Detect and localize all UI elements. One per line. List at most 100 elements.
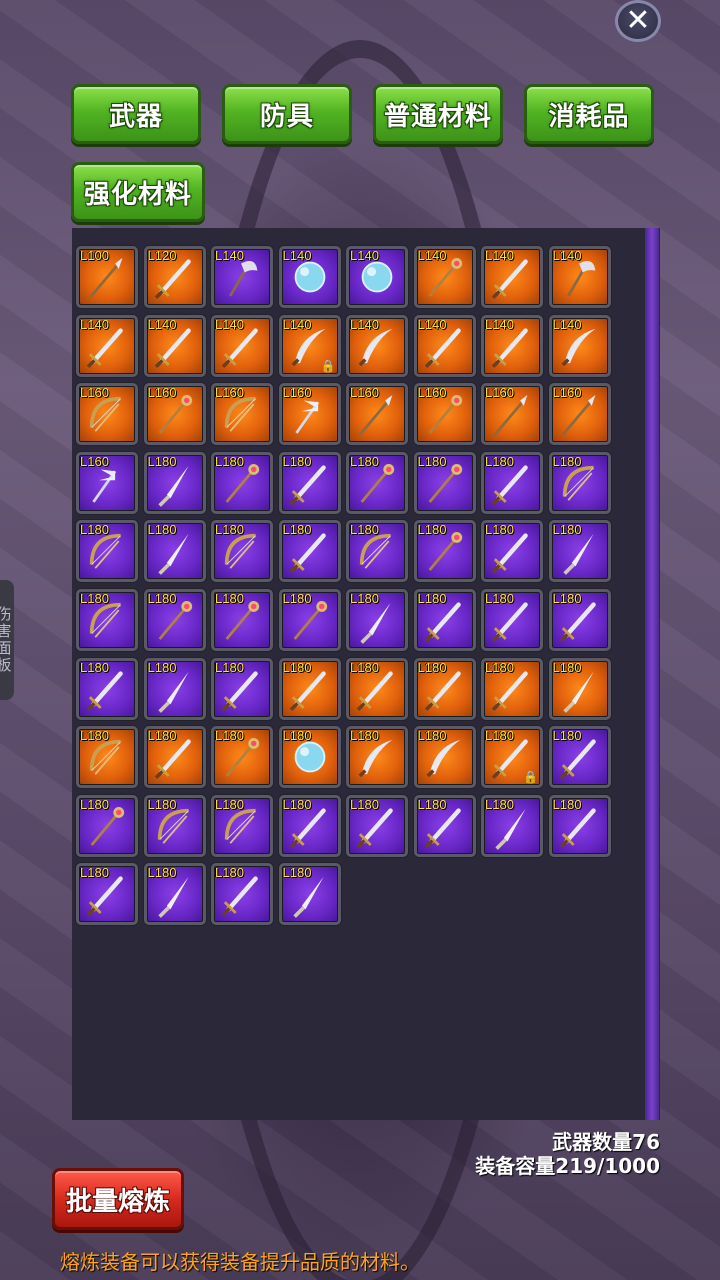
item-level-label: L180 [147, 453, 177, 469]
inventory-slot[interactable]: L180 🔒 [481, 726, 543, 789]
inventory-slot[interactable]: L180 [211, 451, 273, 514]
inventory-slot[interactable]: L180 [548, 726, 611, 789]
inventory-slot[interactable]: L160 [346, 383, 408, 446]
inventory-slot[interactable]: L140 [346, 246, 408, 308]
inventory-slot[interactable]: L180 [278, 794, 341, 857]
inventory-slot[interactable]: L140 [481, 246, 543, 308]
tab-enhance-materials[interactable]: 强化材料 [71, 162, 205, 222]
inventory-slot[interactable]: L180 [143, 863, 206, 926]
inventory-slot[interactable]: L140 [413, 314, 476, 377]
item-level-label: L180 [417, 728, 447, 744]
inventory-slot[interactable]: L140 [481, 314, 543, 377]
item-level-label: L180 [417, 659, 447, 675]
inventory-slot[interactable]: L140 [143, 314, 206, 377]
inventory-slot[interactable]: L180 [548, 451, 611, 514]
inventory-slot[interactable]: L180 [278, 520, 341, 583]
inventory-slot[interactable]: L160 [278, 383, 341, 446]
tab-common-materials[interactable]: 普通材料 [373, 84, 503, 144]
inventory-slot[interactable]: L160 [211, 383, 273, 446]
inventory-slot[interactable]: L120 [143, 246, 206, 308]
item-level-label: L140 [417, 316, 447, 332]
inventory-slot[interactable]: L180 [413, 589, 476, 651]
inventory-slot[interactable]: L180 [76, 726, 138, 789]
inventory-slot[interactable]: L180 [481, 657, 543, 720]
inventory-slot[interactable]: L180 [548, 520, 611, 583]
inventory-slot[interactable]: L180 [346, 726, 408, 789]
item-level-label: L160 [282, 385, 312, 401]
tab-weapons[interactable]: 武器 [71, 84, 201, 144]
inventory-slot[interactable]: L180 [211, 657, 273, 720]
batch-smelt-button[interactable]: 批量熔炼 [52, 1168, 184, 1230]
tab-armor[interactable]: 防具 [222, 84, 352, 144]
inventory-slot[interactable]: L140 [548, 246, 611, 308]
inventory-slot[interactable]: L180 [143, 451, 206, 514]
inventory-slot[interactable]: L180 [548, 657, 611, 720]
inventory-slot[interactable]: L180 [413, 451, 476, 514]
inventory-slot[interactable]: L180 [481, 520, 543, 583]
damage-panel-side-tab[interactable]: 伤害面板 [0, 580, 14, 700]
inventory-slot[interactable]: L140 [76, 314, 138, 377]
inventory-slot[interactable]: L180 [278, 657, 341, 720]
inventory-slot[interactable]: L180 [76, 657, 138, 720]
inventory-slot[interactable]: L180 [481, 451, 543, 514]
item-level-label: L180 [552, 591, 582, 606]
inventory-slot[interactable]: L180 [548, 589, 611, 651]
inventory-slot[interactable]: L180 [211, 863, 273, 926]
inventory-slot[interactable]: L140 [278, 246, 341, 308]
item-level-label: L140 [552, 316, 582, 332]
inventory-slot[interactable]: L180 [413, 657, 476, 720]
inventory-slot[interactable]: L180 [143, 794, 206, 857]
item-level-label: L180 [282, 796, 312, 812]
inventory-slot[interactable]: L180 [143, 657, 206, 720]
inventory-scrollbar[interactable] [645, 228, 659, 1120]
inventory-slot[interactable]: L180 [278, 726, 341, 789]
inventory-slot[interactable]: L180 [481, 589, 543, 651]
inventory-slot[interactable]: L180 [413, 794, 476, 857]
inventory-slot[interactable]: L160 [143, 383, 206, 446]
inventory-slot[interactable]: L140 [211, 314, 273, 377]
inventory-slot[interactable]: L140 [413, 246, 476, 308]
inventory-slot[interactable]: L140 [548, 314, 611, 377]
item-level-label: L180 [417, 453, 447, 469]
inventory-slot[interactable]: L180 [211, 589, 273, 651]
item-level-label: L180 [80, 522, 109, 538]
item-level-label: L140 [485, 316, 514, 332]
item-level-label: L140 [80, 316, 109, 332]
item-level-label: L180 [80, 865, 109, 881]
inventory-slot[interactable]: L180 [481, 794, 543, 857]
inventory-slot[interactable]: L180 [76, 794, 138, 857]
inventory-slot[interactable]: L180 [143, 520, 206, 583]
inventory-slot[interactable]: L180 [278, 863, 341, 926]
inventory-slot[interactable]: L180 [211, 794, 273, 857]
inventory-slot[interactable]: L180 [76, 589, 138, 651]
inventory-slot[interactable]: L180 [211, 726, 273, 789]
inventory-slot[interactable]: L180 [278, 589, 341, 651]
inventory-slot[interactable]: L140 [211, 246, 273, 308]
inventory-slot[interactable]: L180 [346, 520, 408, 583]
inventory-slot[interactable]: L180 [278, 451, 341, 514]
inventory-slot[interactable]: L180 [346, 794, 408, 857]
inventory-slot[interactable]: L180 [211, 520, 273, 583]
inventory-slot[interactable]: L180 [413, 726, 476, 789]
inventory-slot[interactable]: L180 [76, 863, 138, 926]
close-button[interactable]: ✕ [615, 0, 661, 42]
inventory-slot[interactable]: L100 [76, 246, 138, 308]
inventory-slot[interactable]: L160 [548, 383, 611, 446]
inventory-slot[interactable]: L160 [76, 383, 138, 446]
inventory-slot[interactable]: L180 [346, 451, 408, 514]
inventory-slot[interactable]: L180 [76, 520, 138, 583]
inventory-slot[interactable]: L140 [346, 314, 408, 377]
item-level-label: L180 [147, 865, 177, 881]
inventory-slot[interactable]: L160 [481, 383, 543, 446]
inventory-slot[interactable]: L180 [548, 794, 611, 857]
inventory-slot[interactable]: L180 [143, 726, 206, 789]
inventory-slot[interactable]: L140 🔒 [278, 314, 341, 377]
tab-consumables[interactable]: 消耗品 [524, 84, 654, 144]
inventory-slot[interactable]: L160 [413, 383, 476, 446]
inventory-slot[interactable]: L180 [346, 657, 408, 720]
inventory-slot[interactable]: L180 [143, 589, 206, 651]
inventory-slot[interactable]: L180 [413, 520, 476, 583]
inventory-slot[interactable]: L160 [76, 451, 138, 514]
item-level-label: L180 [417, 591, 447, 606]
inventory-slot[interactable]: L180 [346, 589, 408, 651]
